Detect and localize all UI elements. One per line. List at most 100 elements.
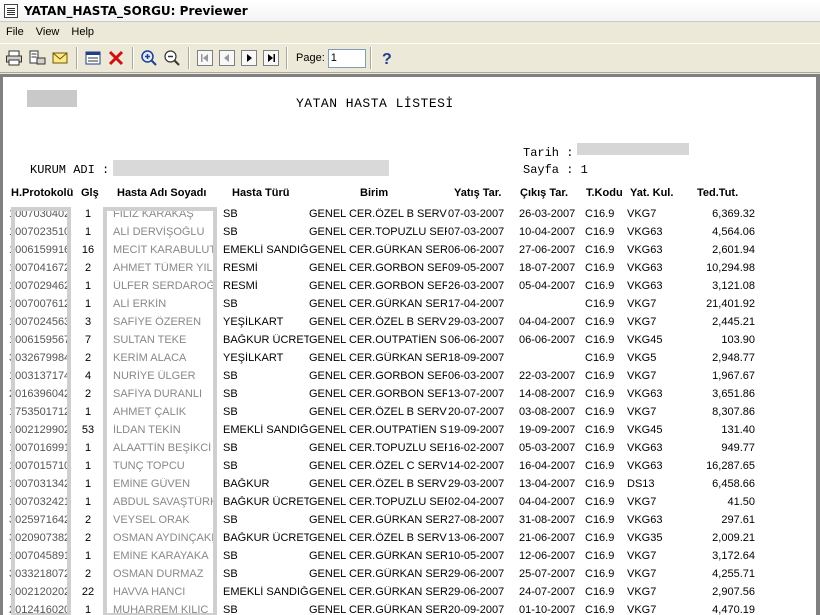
cikis-tarihi-cell: 03-08-2007 (519, 406, 576, 418)
toolbar-separator (132, 47, 134, 69)
tkodu-cell: C16.9 (585, 388, 615, 400)
next-page-icon[interactable] (241, 50, 257, 66)
yat-kul-cell: VKG63 (627, 460, 663, 472)
birim-cell: GENEL CER.ÖZEL B SERVİS (309, 406, 447, 418)
col-header-gls: Glş (81, 187, 99, 199)
yat-kul-cell: VKG7 (627, 550, 657, 562)
yatis-tarihi-cell: 06-06-2007 (448, 334, 505, 346)
menu-help[interactable]: Help (65, 26, 100, 38)
hasta-turu-cell: SB (223, 550, 238, 562)
tkodu-cell: C16.9 (585, 532, 615, 544)
app-icon (4, 3, 18, 18)
gls-cell: 2 (84, 388, 92, 400)
cikis-tarihi-cell: 05-03-2007 (519, 442, 576, 454)
first-page-icon[interactable] (197, 50, 213, 66)
yat-kul-cell: VKG63 (627, 388, 663, 400)
cikis-tarihi-cell: 04-04-2007 (519, 496, 576, 508)
yat-kul-cell: VKG7 (627, 496, 657, 508)
yatis-tarihi-cell: 19-09-2007 (448, 424, 505, 436)
ted-tut-cell: 1,967.67 (712, 370, 755, 382)
menu-view[interactable]: View (30, 26, 66, 38)
tkodu-cell: C16.9 (585, 568, 615, 580)
gls-cell: 7 (84, 334, 92, 346)
gls-cell: 2 (84, 514, 92, 526)
toolbar-separator (369, 47, 372, 69)
cikis-tarihi-cell: 12-06-2007 (519, 550, 576, 562)
birim-cell: GENEL CER.GORBON SER.E (309, 280, 447, 292)
cikis-tarihi-cell: 14-08-2007 (519, 388, 576, 400)
last-page-icon[interactable] (263, 50, 279, 66)
yat-kul-cell: VKG63 (627, 262, 663, 274)
birim-cell: GENEL CER.TOPUZLU SERVİS (309, 496, 447, 508)
cikis-tarihi-cell: 22-03-2007 (519, 370, 576, 382)
cikis-tarihi-cell: 16-04-2007 (519, 460, 576, 472)
export-icon[interactable] (82, 47, 104, 69)
col-header-ted-tut: Ted.Tut. (697, 187, 739, 199)
birim-cell: GENEL CER.GÜRKAN SER.I (309, 514, 447, 526)
preview-viewport[interactable]: YATAN HASTA LİSTESİ Tarih : KURUM ADI : … (0, 74, 820, 615)
col-header-hasta-turu: Hasta Türü (232, 187, 290, 199)
cikis-tarihi-cell: 31-08-2007 (519, 514, 576, 526)
birim-cell: GENEL CER.ÖZEL B SERVİS (309, 532, 447, 544)
ted-tut-cell: 297.61 (721, 514, 755, 526)
yatis-tarihi-cell: 10-05-2007 (448, 550, 505, 562)
ted-tut-cell: 2,948.77 (712, 352, 755, 364)
tkodu-cell: C16.9 (585, 298, 615, 310)
email-icon[interactable] (49, 47, 71, 69)
cikis-tarihi-cell: 21-06-2007 (519, 532, 576, 544)
birim-cell: GENEL CER.ÖZEL C SERVİS (309, 460, 447, 472)
cikis-tarihi-cell: 01-10-2007 (519, 604, 576, 615)
hasta-turu-cell: EMEKLİ SANDIĞI (223, 244, 309, 256)
ted-tut-cell: 4,564.06 (712, 226, 755, 238)
hasta-turu-cell: SB (223, 208, 238, 220)
ted-tut-cell: 949.77 (721, 442, 755, 454)
hasta-turu-cell: SB (223, 442, 238, 454)
zoom-in-icon[interactable] (138, 47, 160, 69)
yat-kul-cell: VKG63 (627, 244, 663, 256)
hasta-turu-cell: EMEKLİ SANDIĞI (223, 424, 309, 436)
page-input[interactable] (327, 48, 366, 68)
col-header-birim: Birim (360, 187, 389, 199)
ted-tut-cell: 6,458.66 (712, 478, 755, 490)
zoom-out-icon[interactable] (161, 47, 183, 69)
yat-kul-cell: VKG5 (627, 352, 657, 364)
gls-cell: 4 (84, 370, 92, 382)
gls-cell: 1 (84, 298, 92, 310)
ted-tut-cell: 2,907.56 (712, 586, 755, 598)
ted-tut-cell: 6,369.32 (712, 208, 755, 220)
ted-tut-cell: 103.90 (721, 334, 755, 346)
print-setup-icon[interactable] (26, 47, 48, 69)
yat-kul-cell: VKG7 (627, 370, 657, 382)
ted-tut-cell: 4,255.71 (712, 568, 755, 580)
redaction-frame-hasta-adi (103, 207, 217, 615)
yat-kul-cell: VKG63 (627, 280, 663, 292)
hasta-turu-cell: YEŞİLKART (223, 352, 284, 364)
ted-tut-cell: 3,172.64 (712, 550, 755, 562)
yatis-tarihi-cell: 18-09-2007 (448, 352, 505, 364)
yatis-tarihi-cell: 13-06-2007 (448, 532, 505, 544)
ted-tut-cell: 3,121.08 (712, 280, 755, 292)
report-page: YATAN HASTA LİSTESİ Tarih : KURUM ADI : … (3, 77, 816, 615)
redacted-institution (113, 160, 389, 176)
cikis-tarihi-cell: 25-07-2007 (519, 568, 576, 580)
hasta-turu-cell: SB (223, 406, 238, 418)
help-icon[interactable]: ? (376, 47, 398, 69)
print-icon[interactable] (3, 47, 25, 69)
yatis-tarihi-cell: 14-02-2007 (448, 460, 505, 472)
yat-kul-cell: VKG7 (627, 406, 657, 418)
hasta-turu-cell: BAĞKUR ÜCRETLİ (223, 496, 309, 508)
ted-tut-cell: 2,009.21 (712, 532, 755, 544)
yatis-tarihi-cell: 07-03-2007 (448, 226, 505, 238)
prev-page-icon[interactable] (219, 50, 235, 66)
cikis-tarihi-cell: 24-07-2007 (519, 586, 576, 598)
page-label: Page: (296, 52, 325, 64)
gls-cell: 1 (84, 208, 92, 220)
birim-cell: GENEL CER.GÜRKAN SER.I (309, 352, 447, 364)
yat-kul-cell: VKG7 (627, 586, 657, 598)
ted-tut-cell: 10,294.98 (706, 262, 755, 274)
redacted-logo (27, 90, 77, 107)
yatis-tarihi-cell: 17-04-2007 (448, 298, 505, 310)
title-bar: YATAN_HASTA_SORGU: Previewer (0, 0, 820, 22)
menu-file[interactable]: File (0, 26, 30, 38)
close-icon[interactable] (105, 47, 127, 69)
